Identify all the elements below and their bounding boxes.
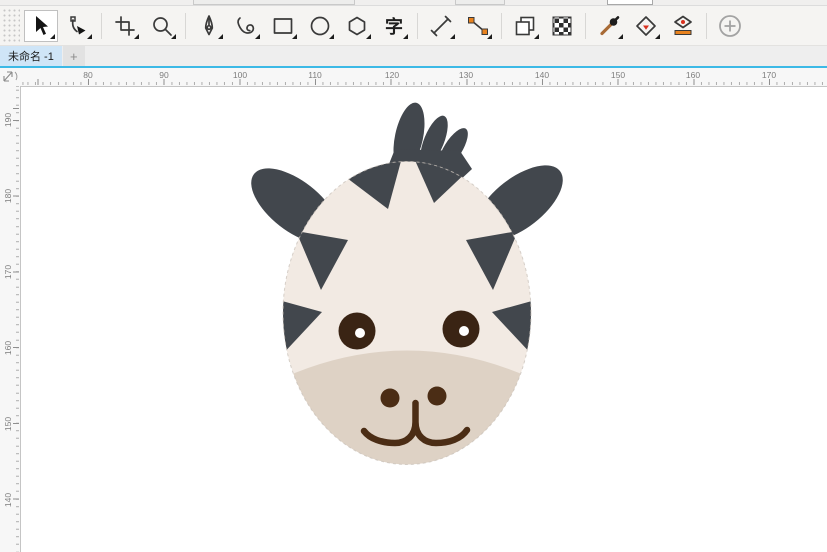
ruler-origin[interactable] — [0, 68, 20, 86]
zebra-eye-left[interactable] — [338, 312, 376, 350]
vruler-label: 180 — [3, 188, 13, 204]
vertical-ruler[interactable]: 190 180 170 160 150 140 — [0, 86, 20, 552]
hruler-label: 160 — [685, 70, 701, 80]
vruler-label: 170 — [3, 264, 13, 280]
app-window: 字 未命名 -1 + 80 90 100 110 120 130 140 150… — [0, 0, 827, 552]
transparency-tool[interactable] — [545, 10, 579, 42]
crop-icon — [115, 15, 135, 36]
zoom-tool[interactable] — [145, 10, 179, 42]
hruler-label: 130 — [458, 70, 474, 80]
polygon-tool[interactable] — [340, 10, 374, 42]
drop-shadow-tool[interactable] — [508, 10, 542, 42]
drawing-canvas[interactable] — [20, 86, 827, 552]
vruler-label: 160 — [3, 340, 13, 356]
eyedropper-icon — [600, 15, 620, 35]
zebra-eye-right[interactable] — [442, 310, 480, 348]
drop-shadow-icon — [515, 16, 535, 35]
toolbar-separator — [706, 12, 707, 39]
dimension-tool[interactable] — [424, 10, 458, 42]
smart-fill-icon — [674, 15, 692, 35]
toolbar-separator — [185, 12, 186, 39]
text-tool[interactable]: 字 — [377, 10, 411, 42]
zebra-nostril-left[interactable] — [380, 388, 400, 408]
text-icon: 字 — [385, 16, 403, 37]
vruler-label: 190 — [3, 112, 13, 128]
toolbox: 字 — [0, 6, 827, 46]
hruler-label: 80 — [83, 70, 93, 80]
toolbar-separator — [501, 12, 502, 39]
bspline-icon — [237, 16, 255, 34]
rectangle-tool[interactable] — [266, 10, 300, 42]
property-bar-field-stub — [455, 0, 505, 5]
dimension-icon — [430, 15, 452, 36]
document-tab-bar: 未命名 -1 + — [0, 46, 827, 66]
document-tab[interactable]: 未命名 -1 — [0, 46, 62, 66]
zebra-illustration — [251, 102, 563, 465]
toolbar-separator — [101, 12, 102, 39]
hruler-label: 100 — [232, 70, 248, 80]
transparency-icon — [552, 16, 572, 35]
ellipse-tool[interactable] — [303, 10, 337, 42]
ruler-origin-icon — [3, 71, 18, 82]
interactive-fill-icon — [636, 15, 656, 36]
smart-fill-tool[interactable] — [666, 10, 700, 42]
hruler-label: 150 — [610, 70, 626, 80]
toolbar-separator — [585, 12, 586, 39]
connector-icon — [468, 16, 488, 35]
zebra-nostril-right[interactable] — [427, 386, 447, 406]
horizontal-ruler[interactable]: 80 90 100 110 120 130 140 150 160 170 — [20, 68, 827, 86]
eyedropper-tool[interactable] — [592, 10, 626, 42]
hruler-label: 140 — [534, 70, 550, 80]
vruler-label: 140 — [3, 492, 13, 508]
pick-tool[interactable] — [24, 9, 58, 42]
plus-circle-icon — [719, 14, 741, 37]
pen-icon — [204, 14, 214, 35]
svg-text:字: 字 — [385, 16, 403, 37]
zoom-icon — [153, 16, 172, 36]
hruler-label: 120 — [384, 70, 400, 80]
toolbar-separator — [417, 12, 418, 39]
connector-tool[interactable] — [461, 10, 495, 42]
new-document-tab-button[interactable]: + — [62, 46, 85, 66]
hruler-major-ticks — [20, 79, 827, 85]
pen-tool[interactable] — [192, 10, 226, 42]
hruler-label: 90 — [159, 70, 169, 80]
pick-icon — [36, 15, 48, 35]
document-tab-label: 未命名 -1 — [8, 51, 54, 63]
vruler-label: 150 — [3, 416, 13, 432]
rectangle-icon — [273, 17, 293, 34]
crop-tool[interactable] — [108, 10, 142, 42]
hruler-label: 170 — [761, 70, 777, 80]
polygon-icon — [348, 16, 366, 35]
interactive-fill-tool[interactable] — [629, 10, 663, 42]
shape-icon — [70, 15, 86, 34]
add-tools-button[interactable] — [713, 10, 747, 42]
hruler-label: 110 — [308, 70, 322, 80]
shape-tool[interactable] — [61, 10, 95, 42]
bspline-tool[interactable] — [229, 10, 263, 42]
property-bar-field-stub — [193, 0, 355, 5]
toolbar-grip[interactable] — [2, 8, 20, 43]
ellipse-icon — [310, 16, 330, 35]
vruler-major-ticks — [13, 86, 19, 552]
property-bar-field-stub — [607, 0, 653, 5]
